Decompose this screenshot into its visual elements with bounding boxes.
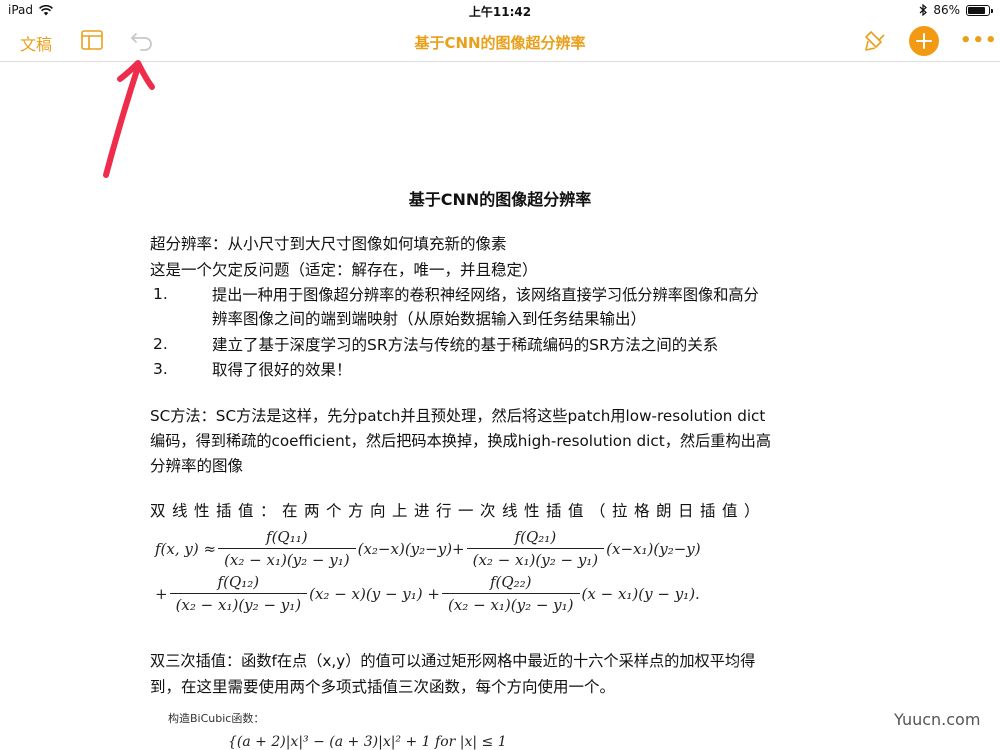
formula-denominator: (x₂ − x₁)(y₂ − y₁) xyxy=(169,593,308,614)
paragraph-line: 双三次插值：函数f在点（x,y）的值可以通过矩形网格中最近的十六个采样点的加权平… xyxy=(150,652,756,670)
section-heading: 双线性插值：在两个方向上进行一次线性插值（拉格朗日插值） xyxy=(150,502,767,520)
bilinear-formula: f(x, y) ≈ f(Q₁₁) (x₂ − x₁)(y₂ − y₁) (x₂−… xyxy=(155,528,701,614)
formula-lhs: f(x, y) ≈ xyxy=(155,539,217,558)
battery-percent: 86% xyxy=(933,3,960,17)
view-options-icon[interactable] xyxy=(81,30,103,54)
paragraph-line: SC方法：SC方法是这样，先分patch并且预处理，然后将这些patch用low… xyxy=(150,407,766,425)
formula-term: (x − x₁)(y − y₁). xyxy=(581,584,700,603)
formula-fraction: f(Q₂₁) (x₂ − x₁)(y₂ − y₁) xyxy=(466,528,605,569)
paragraph-line: 分辨率的图像 xyxy=(150,457,244,475)
add-button[interactable] xyxy=(909,26,939,56)
bicubic-caption: 构造BiCubic函数： xyxy=(168,712,265,725)
list-item-text: 辨率图像之间的端到端映射（从原始数据输入到任务结果输出） xyxy=(212,310,647,328)
list-item-text: 提出一种用于图像超分辨率的卷积神经网络，该网络直接学习低分辨率图像和高分 xyxy=(212,286,759,304)
list-number: 2. xyxy=(153,335,168,353)
document-title-button[interactable]: 基于CNN的图像超分辨率 xyxy=(414,34,585,52)
site-watermark: Yuucn.com xyxy=(894,710,981,729)
bicubic-formula: {(a + 2)|x|³ − (a + 3)|x|² + 1 for |x| ≤… xyxy=(228,734,507,750)
formula-numerator: f(Q₂₂) xyxy=(489,573,532,591)
formula-term: (x₂ − x)(y − y₁) + xyxy=(309,584,440,603)
formula-denominator: (x₂ − x₁)(y₂ − y₁) xyxy=(441,593,580,614)
formula-denominator: (x₂ − x₁)(y₂ − y₁) xyxy=(466,548,605,569)
documents-button[interactable]: 文稿 xyxy=(20,31,52,55)
formula-numerator: f(Q₁₂) xyxy=(217,573,260,591)
battery-icon xyxy=(966,4,993,16)
list-number: 1. xyxy=(153,285,168,303)
formula-fraction: f(Q₂₂) (x₂ − x₁)(y₂ − y₁) xyxy=(441,573,580,614)
annotation-arrow-icon xyxy=(103,60,155,178)
page-title: 基于CNN的图像超分辨率 xyxy=(408,190,592,209)
list-item-text: 取得了很好的效果！ xyxy=(212,361,352,379)
battery-level xyxy=(968,6,985,14)
more-options-button[interactable]: ••• xyxy=(960,30,998,51)
formula-fraction: f(Q₁₂) (x₂ − x₁)(y₂ − y₁) xyxy=(169,573,308,614)
formula-term: + xyxy=(155,584,168,603)
formula-fraction: f(Q₁₁) (x₂ − x₁)(y₂ − y₁) xyxy=(218,528,356,569)
bluetooth-icon xyxy=(919,4,928,16)
status-bar: iPad 上午11:42 86% xyxy=(0,0,1000,22)
paragraph-line: 编码，得到稀疏的coefficient，然后把码本换掉，换成high-resol… xyxy=(150,432,772,450)
intro-line: 这是一个欠定反问题（适定：解存在，唯一，并且稳定） xyxy=(150,261,538,279)
list-item-text: 建立了基于深度学习的SR方法与传统的基于稀疏编码的SR方法之间的关系 xyxy=(212,336,719,354)
formula-term: (x₂−x)(y₂−y)+ xyxy=(357,539,465,558)
undo-icon[interactable] xyxy=(130,29,156,55)
paragraph-line: 到，在这里需要使用两个多项式插值三次函数，每个方向使用一个。 xyxy=(150,678,616,696)
format-brush-icon[interactable] xyxy=(862,28,888,58)
formula-denominator: (x₂ − x₁)(y₂ − y₁) xyxy=(218,548,356,569)
formula-term: (x−x₁)(y₂−y) xyxy=(606,539,701,558)
intro-line: 超分辨率：从小尺寸到大尺寸图像如何填充新的像素 xyxy=(150,235,507,253)
formula-numerator: f(Q₁₁) xyxy=(266,528,308,546)
list-number: 3. xyxy=(153,360,168,378)
formula-numerator: f(Q₂₁) xyxy=(514,528,557,546)
clock: 上午11:42 xyxy=(468,5,532,19)
